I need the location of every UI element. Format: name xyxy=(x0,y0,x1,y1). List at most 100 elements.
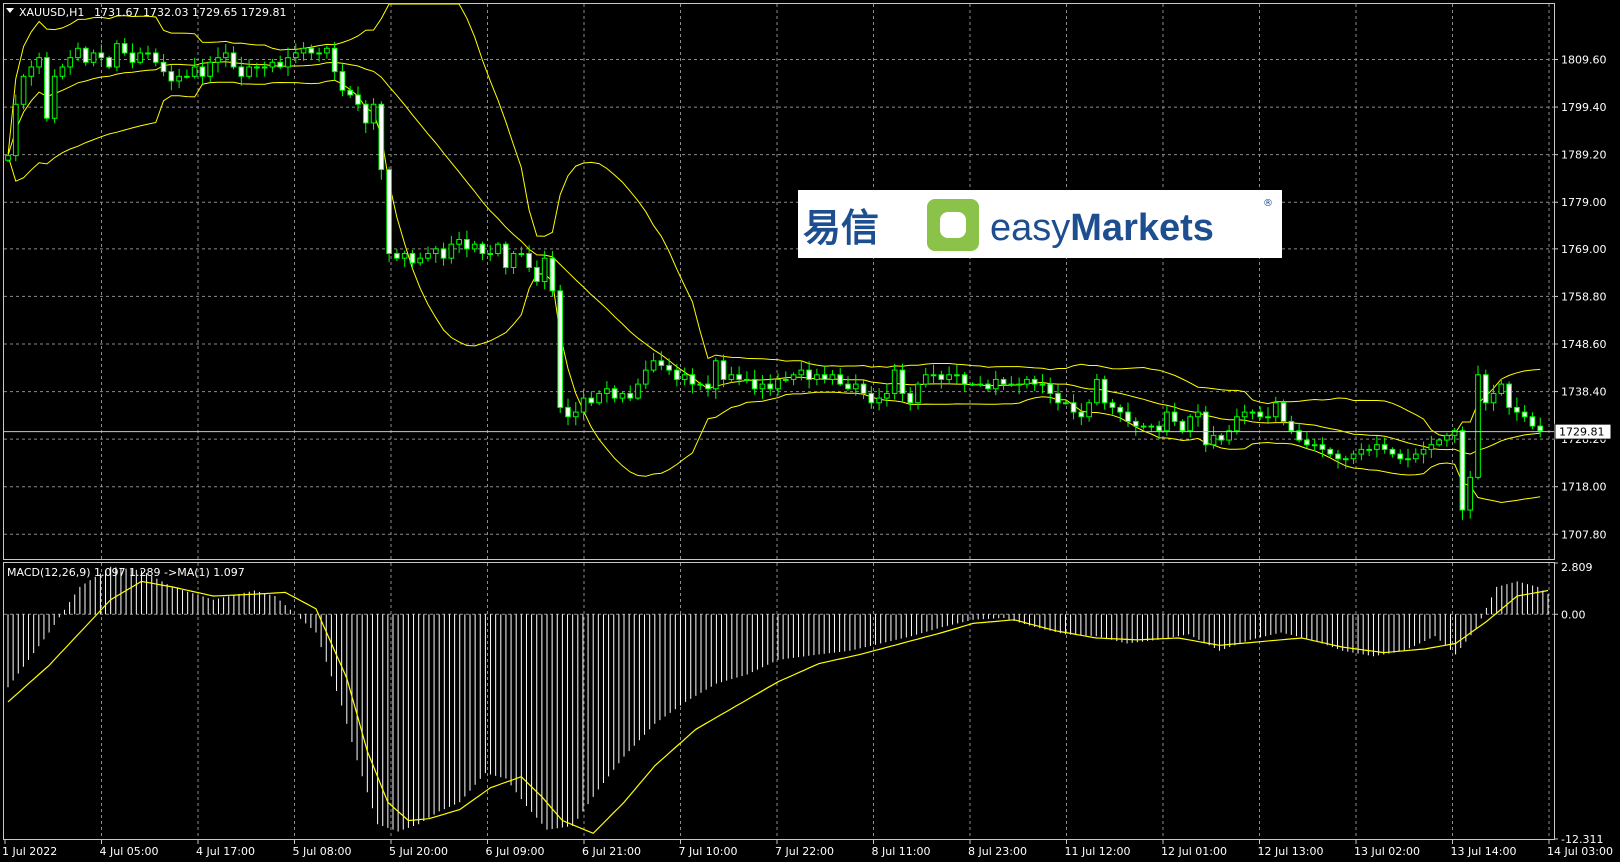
candle-body xyxy=(261,66,268,69)
x-tick-label: 12 Jul 13:00 xyxy=(1258,845,1324,858)
candle-body xyxy=(59,66,66,77)
x-tick-label: 6 Jul 09:00 xyxy=(486,845,545,858)
candle-body xyxy=(534,267,540,282)
candle-body xyxy=(806,369,812,380)
candle-body xyxy=(394,253,400,259)
x-tick-label: 12 Jul 01:00 xyxy=(1161,845,1227,858)
candle-body xyxy=(1280,402,1287,422)
x-tick-label: 14 Jul 03:00 xyxy=(1547,845,1613,858)
candle-body xyxy=(1078,411,1085,418)
candle-body xyxy=(425,253,431,259)
candle-body xyxy=(1498,383,1505,394)
candle-body xyxy=(215,57,221,63)
time-axis[interactable]: 1 Jul 2022 4 Jul 05:00 4 Jul 17:00 5 Jul 08… xyxy=(2,839,1613,858)
x-tick-label: 4 Jul 05:00 xyxy=(100,845,159,858)
x-tick-label: 6 Jul 21:00 xyxy=(582,845,641,858)
candle-body xyxy=(432,248,439,255)
x-tick-label: 8 Jul 11:00 xyxy=(872,845,931,858)
candle-body xyxy=(191,66,198,77)
candle-body xyxy=(821,374,828,380)
y-tick-label: 1738.40 xyxy=(1561,386,1607,399)
candle-body xyxy=(751,378,758,390)
candle-body xyxy=(1397,453,1404,460)
candle-body xyxy=(1039,383,1046,386)
candle-body xyxy=(681,374,688,380)
candle-body xyxy=(728,374,735,380)
chart-header: XAUUSD,H1 1731.67 1732.03 1729.65 1729.8… xyxy=(6,6,286,19)
candle-body xyxy=(339,71,346,91)
y-tick-label: 1718.00 xyxy=(1561,481,1607,494)
candle-body xyxy=(954,374,960,377)
candle-body xyxy=(269,61,276,68)
candle-body xyxy=(689,374,696,385)
candle-body xyxy=(5,155,11,161)
candle-body xyxy=(744,378,750,381)
candles xyxy=(5,38,1544,520)
candle-body xyxy=(106,57,112,68)
y-tick-label: 1707.80 xyxy=(1561,528,1607,541)
candle-body xyxy=(184,75,190,78)
candle-body xyxy=(362,103,369,124)
candle-body xyxy=(487,253,494,256)
candle-body xyxy=(1117,406,1124,413)
candle-body xyxy=(814,374,820,380)
candle-body xyxy=(650,360,657,371)
candle-body xyxy=(604,388,610,394)
macd-plot-frame xyxy=(3,562,1555,840)
candle-body xyxy=(502,243,509,269)
candle-body xyxy=(588,397,595,404)
candle-body xyxy=(1062,402,1069,405)
candle-body xyxy=(75,47,81,59)
candle-body xyxy=(1358,448,1365,455)
candle-body xyxy=(1024,378,1030,385)
x-tick-label: 1 Jul 2022 xyxy=(2,845,57,858)
candle-body xyxy=(1218,434,1225,441)
candle-body xyxy=(152,52,159,63)
macd-tick-label: 0.00 xyxy=(1561,608,1586,621)
candle-body xyxy=(876,397,882,404)
candle-body xyxy=(798,369,805,376)
y-tick-label: 1789.20 xyxy=(1561,149,1607,162)
candle-body xyxy=(1482,374,1489,404)
candle-body xyxy=(1405,458,1411,461)
candle-body xyxy=(230,52,237,68)
candle-body xyxy=(627,392,634,399)
candle-body xyxy=(642,369,649,385)
candle-body xyxy=(1148,425,1155,428)
candle-body xyxy=(775,378,781,390)
candle-body xyxy=(992,378,999,390)
candle-body xyxy=(254,66,260,69)
dropdown-triangle-icon[interactable] xyxy=(6,8,14,13)
candle-body xyxy=(705,383,711,390)
candle-body xyxy=(277,61,284,68)
candle-body xyxy=(1156,425,1162,432)
macd-histogram xyxy=(7,566,1549,832)
current-price-tag: 1729.81 xyxy=(1554,423,1612,440)
svg-text:®: ® xyxy=(1263,198,1273,209)
candle-body xyxy=(417,257,424,264)
trading-chart[interactable]: 1809.60 1799.40 1789.20 1779.00 1769.00 1758.… xyxy=(0,0,1620,862)
candle-body xyxy=(1210,434,1217,446)
candle-body xyxy=(845,383,851,390)
bollinger-bands xyxy=(7,3,1541,504)
candle-body xyxy=(938,374,945,380)
x-tick-label: 11 Jul 12:00 xyxy=(1065,845,1131,858)
candle-body xyxy=(985,383,991,390)
candle-body xyxy=(596,392,602,404)
candle-body xyxy=(1304,439,1310,446)
candle-body xyxy=(635,383,641,399)
candle-body xyxy=(51,75,58,119)
candle-body xyxy=(199,66,206,77)
candle-body xyxy=(90,52,97,63)
candle-body xyxy=(82,47,89,63)
x-tick-label: 5 Jul 20:00 xyxy=(389,845,448,858)
candle-body xyxy=(611,388,618,399)
candle-body xyxy=(1226,430,1232,441)
price-axis[interactable]: 1809.60 1799.40 1789.20 1779.00 1769.00 1758.… xyxy=(1554,54,1607,542)
candle-body xyxy=(114,43,120,68)
macd-tick-label: 2.809 xyxy=(1561,561,1593,574)
candle-body xyxy=(20,75,27,105)
candle-body xyxy=(386,169,392,255)
candle-body xyxy=(1444,434,1450,441)
candle-body xyxy=(355,94,361,105)
